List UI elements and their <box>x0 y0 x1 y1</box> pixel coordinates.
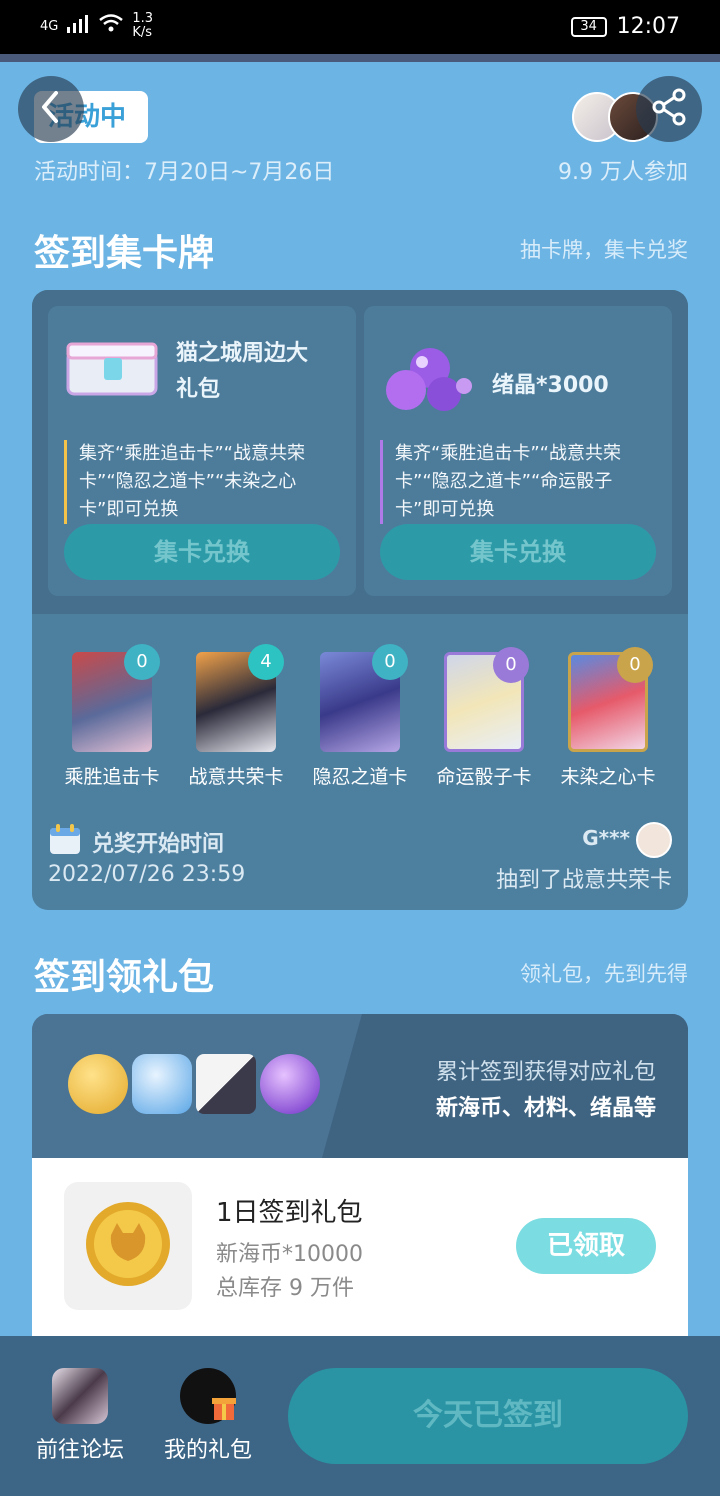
avatar <box>636 822 672 858</box>
card-count-badge: 4 <box>248 644 284 680</box>
banner-slant <box>322 1014 688 1158</box>
crystal-icon <box>260 1054 320 1114</box>
header-strip <box>0 54 720 62</box>
back-button[interactable] <box>18 76 84 142</box>
activity-time: 活动时间：7月20日~7月26日 <box>34 160 335 185</box>
my-gifts-label: 我的礼包 <box>163 1438 252 1463</box>
coin-icon <box>68 1054 128 1114</box>
reward-card-crystal: 绪晶*3000 集齐“乘胜追击卡”“战意共荣卡”“隐忍之道卡”“命运骰子卡”即可… <box>364 306 672 596</box>
cat-material-icon <box>132 1054 192 1114</box>
rewards-area: 猫之城周边大 礼包 集齐“乘胜追击卡”“战意共荣卡”“隐忍之道卡”“未染之心卡”… <box>32 290 688 614</box>
chevron-left-icon <box>36 90 66 128</box>
banner-line-1: 累计签到获得对应礼包 <box>435 1060 656 1085</box>
card-image: 0 <box>72 644 160 752</box>
reward-description: 集齐“乘胜追击卡”“战意共荣卡”“隐忍之道卡”“命运骰子卡”即可兑换 <box>380 440 656 524</box>
signal-icon <box>66 13 90 39</box>
bottom-bar: 前往论坛 我的礼包 今天已签到 <box>0 1336 720 1496</box>
gift-section-title: 签到领礼包 <box>34 957 215 998</box>
wifi-icon <box>98 13 124 39</box>
card-item[interactable]: 0 乘胜追击卡 <box>52 644 172 789</box>
gift-thumbnail <box>64 1182 192 1310</box>
claimed-button[interactable]: 已领取 <box>516 1218 656 1274</box>
gift-icon <box>180 1368 236 1424</box>
exchange-button-merch[interactable]: 集卡兑换 <box>64 524 340 580</box>
card-item[interactable]: 0 隐忍之道卡 <box>300 644 420 789</box>
forum-button[interactable]: 前往论坛 <box>25 1368 135 1464</box>
card-image: 0 <box>444 647 529 752</box>
reward-name: 猫之城周边大 礼包 <box>176 341 309 402</box>
card-label: 隐忍之道卡 <box>312 766 408 788</box>
crystal-icon <box>382 346 474 420</box>
card-label: 命运骰子卡 <box>436 766 532 788</box>
clock: 12:07 <box>616 14 680 39</box>
prize-time-value: 2022/07/26 23:59 <box>48 862 246 887</box>
card-collection-panel: 猫之城周边大 礼包 集齐“乘胜追击卡”“战意共荣卡”“隐忍之道卡”“未染之心卡”… <box>32 290 688 910</box>
forum-label: 前往论坛 <box>35 1438 124 1463</box>
card-count-badge: 0 <box>372 644 408 680</box>
collected-cards-row: 0 乘胜追击卡 4 战意共荣卡 0 隐忍之道卡 0 命运骰子卡 0 未染之心卡 <box>32 644 688 789</box>
reward-card-merch: 猫之城周边大 礼包 集齐“乘胜追击卡”“战意共荣卡”“隐忍之道卡”“未染之心卡”… <box>48 306 356 596</box>
share-icon <box>649 87 689 131</box>
card-count-badge: 0 <box>124 644 160 680</box>
share-button[interactable] <box>636 76 702 142</box>
gift-stock: 总库存 9 万件 <box>216 1276 354 1301</box>
coin-icon <box>83 1199 173 1293</box>
gift-name: 1日签到礼包 <box>216 1198 363 1228</box>
card-image: 4 <box>196 644 284 752</box>
card-item[interactable]: 4 战意共荣卡 <box>176 644 296 789</box>
card-image: 0 <box>320 644 408 752</box>
card-label: 乘胜追击卡 <box>64 766 160 788</box>
gift-section-subtitle: 领礼包，先到先得 <box>520 962 688 986</box>
card-material-icon <box>196 1054 256 1114</box>
winner-message: 抽到了战意共荣卡 <box>495 868 672 893</box>
participant-avatars <box>572 92 658 142</box>
exchange-button-crystal[interactable]: 集卡兑换 <box>380 524 656 580</box>
prize-time-label: 兑奖开始时间 <box>92 832 225 857</box>
network-speed: 1.3 K/s <box>132 11 154 40</box>
card-item[interactable]: 0 命运骰子卡 <box>424 647 544 789</box>
gift-detail: 新海币*10000 <box>216 1242 363 1267</box>
banner-line-2: 新海币、材料、绪晶等 <box>435 1096 656 1121</box>
card-item[interactable]: 0 未染之心卡 <box>548 647 668 789</box>
reward-name: 绪晶*3000 <box>492 373 609 398</box>
checkin-button[interactable]: 今天已签到 <box>288 1368 688 1464</box>
card-label: 战意共荣卡 <box>188 766 284 788</box>
card-section-subtitle: 抽卡牌，集卡兑奖 <box>520 238 688 262</box>
prize-time-heading: 兑奖开始时间 <box>48 822 224 862</box>
gift-banner: 累计签到获得对应礼包 新海币、材料、绪晶等 <box>32 1014 688 1158</box>
card-image: 0 <box>568 647 653 752</box>
calendar-icon <box>48 822 82 862</box>
card-label: 未染之心卡 <box>560 766 656 788</box>
gift-item: 1日签到礼包 新海币*10000 总库存 9 万件 已领取 <box>32 1158 688 1354</box>
card-count-badge: 0 <box>617 647 653 683</box>
participant-count: 9.9 万人参加 <box>558 160 688 185</box>
network-label: 4G <box>40 18 59 34</box>
my-gifts-button[interactable]: 我的礼包 <box>153 1368 263 1464</box>
card-section-title: 签到集卡牌 <box>34 233 215 274</box>
status-bar: 4G 1.3 K/s 34 12:07 <box>0 0 720 54</box>
gift-box-icon <box>64 338 160 402</box>
forum-icon <box>52 1368 108 1424</box>
gift-panel: 累计签到获得对应礼包 新海币、材料、绪晶等 1日签到礼包 新海币*10000 总… <box>32 1014 688 1354</box>
battery-icon: 34 <box>570 16 607 37</box>
card-count-badge: 0 <box>493 647 529 683</box>
gift-icons <box>68 1054 320 1114</box>
winner-name: G*** <box>582 826 630 850</box>
reward-description: 集齐“乘胜追击卡”“战意共荣卡”“隐忍之道卡”“未染之心卡”即可兑换 <box>64 440 340 524</box>
